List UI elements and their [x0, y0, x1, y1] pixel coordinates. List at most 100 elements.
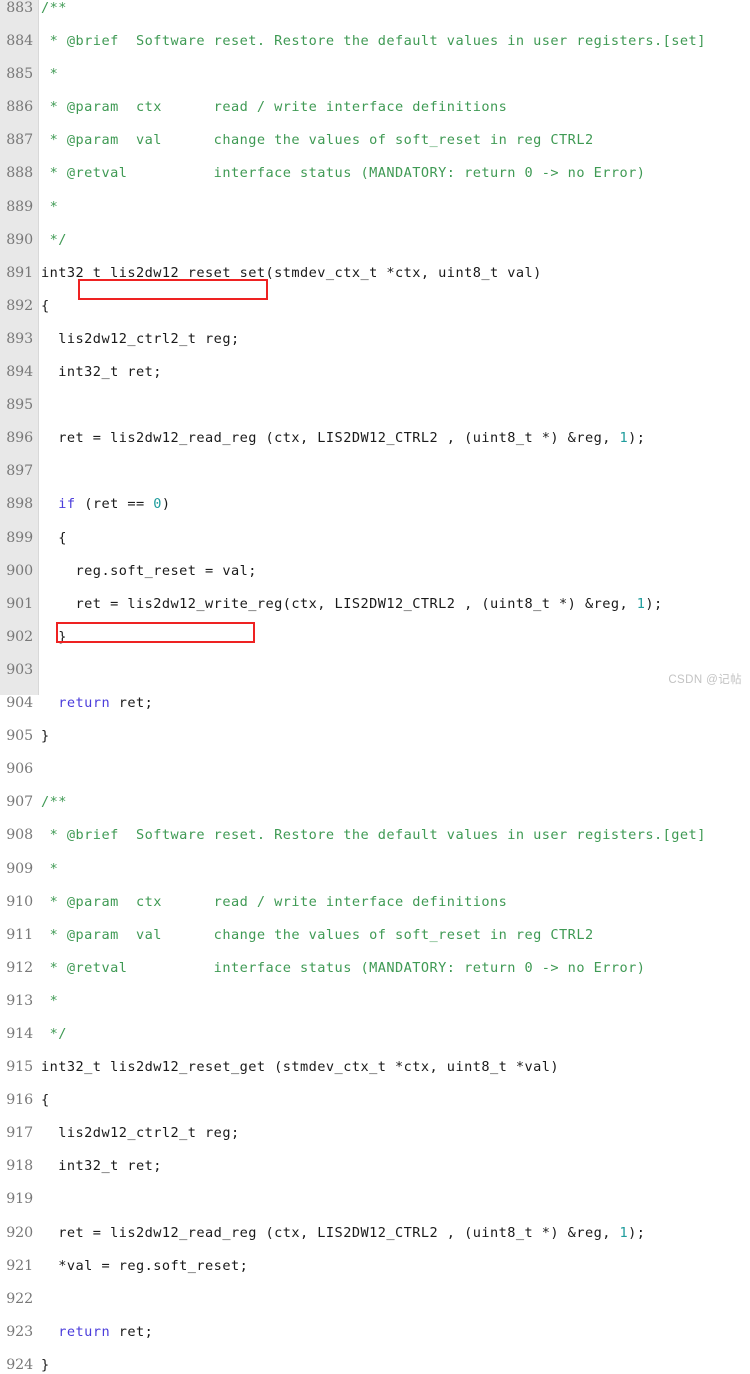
code-line[interactable]: 895	[0, 397, 750, 414]
code-line-text: * @param val change the values of soft_r…	[41, 927, 594, 944]
line-number: 900	[6, 562, 33, 579]
code-line[interactable]: 894 int32_t ret;	[0, 364, 750, 381]
line-number: 906	[6, 761, 33, 778]
line-number: 909	[6, 860, 33, 877]
code-line-text: *	[41, 861, 58, 878]
code-line[interactable]: 902 }	[0, 629, 750, 646]
code-line[interactable]: 893 lis2dw12_ctrl2_t reg;	[0, 331, 750, 348]
code-line[interactable]: 900 reg.soft_reset = val;	[0, 563, 750, 580]
token-number: 1	[619, 430, 629, 447]
code-line-text: */	[41, 232, 67, 249]
code-line-text: return ret;	[41, 695, 153, 712]
token-plain: int32_t lis2dw12_reset_get (stmdev_ctx_t…	[41, 1059, 560, 1076]
code-line[interactable]: 885 *	[0, 66, 750, 83]
code-line-text: /**	[41, 0, 67, 17]
code-line[interactable]: 901 ret = lis2dw12_write_reg(ctx, LIS2DW…	[0, 596, 750, 613]
code-line-text: if (ret == 0)	[41, 496, 171, 513]
code-line-text: * @param val change the values of soft_r…	[41, 132, 594, 149]
source-code-viewer[interactable]: 883 /** 884 * @brief Software reset. Resto…	[0, 0, 750, 1373]
code-line-text: *	[41, 199, 58, 216]
code-line[interactable]: 912 * @retval interface status (MANDATOR…	[0, 960, 750, 977]
code-line[interactable]: 907 /**	[0, 794, 750, 811]
code-line[interactable]: 906	[0, 761, 750, 778]
code-line[interactable]: 923 return ret;	[0, 1324, 750, 1341]
code-line[interactable]: 918 int32_t ret;	[0, 1158, 750, 1175]
token-plain: }	[41, 728, 50, 745]
line-number: 915	[6, 1059, 33, 1076]
line-number: 886	[6, 99, 33, 116]
line-number: 895	[6, 397, 33, 414]
code-line-text: * @retval interface status (MANDATORY: r…	[41, 960, 645, 977]
line-number: 884	[6, 33, 33, 50]
token-plain: ret = lis2dw12_read_reg (ctx, LIS2DW12_C…	[41, 430, 620, 447]
code-line-text: *	[41, 993, 58, 1010]
token-plain: );	[645, 595, 663, 612]
token-comment: * @retval interface status (MANDATORY: r…	[41, 959, 646, 976]
code-line[interactable]: 919	[0, 1191, 750, 1208]
code-line[interactable]: 886 * @param ctx read / write interface …	[0, 99, 750, 116]
code-line[interactable]: 890 */	[0, 232, 750, 249]
token-plain: (ret ==	[75, 496, 154, 513]
code-line-list[interactable]: 883 /** 884 * @brief Software reset. Resto…	[0, 0, 750, 1373]
code-line-text: }	[41, 1357, 50, 1374]
code-line[interactable]: 896 ret = lis2dw12_read_reg (ctx, LIS2DW…	[0, 430, 750, 447]
code-line[interactable]: 904 return ret;	[0, 695, 750, 712]
code-line[interactable]: 915 int32_t lis2dw12_reset_get (stmdev_ct…	[0, 1059, 750, 1076]
code-line-text: int32_t lis2dw12_reset_set(stmdev_ctx_t …	[41, 265, 542, 282]
code-line[interactable]: 897	[0, 463, 750, 480]
code-line[interactable]: 903	[0, 662, 750, 679]
code-line[interactable]: 898 if (ret == 0)	[0, 496, 750, 513]
code-line[interactable]: 911 * @param val change the values of so…	[0, 927, 750, 944]
code-line[interactable]: 916 {	[0, 1092, 750, 1109]
code-line[interactable]: 913 *	[0, 993, 750, 1010]
code-line[interactable]: 905}	[0, 728, 750, 745]
token-plain: lis2dw12_ctrl2_t reg;	[41, 1125, 240, 1142]
code-line-text: ret = lis2dw12_read_reg (ctx, LIS2DW12_C…	[41, 1225, 645, 1242]
line-number: 921	[6, 1257, 33, 1274]
token-plain: ret;	[110, 1323, 154, 1340]
token-comment: /**	[41, 0, 67, 16]
code-line-text: }	[41, 728, 50, 745]
code-line[interactable]: 924}	[0, 1357, 750, 1374]
line-number: 894	[6, 364, 33, 381]
code-line[interactable]: 884 * @brief Software reset. Restore the…	[0, 33, 750, 50]
token-comment: */	[41, 1026, 67, 1042]
line-number: 897	[6, 463, 33, 480]
code-line[interactable]: 921 *val = reg.soft_reset;	[0, 1258, 750, 1275]
code-line[interactable]: 892 {	[0, 298, 750, 315]
code-line[interactable]: 922	[0, 1291, 750, 1308]
code-line-text: reg.soft_reset = val;	[41, 563, 257, 580]
code-line[interactable]: 891 int32_t lis2dw12_reset_set(stmdev_ctx…	[0, 265, 750, 282]
code-line[interactable]: 920 ret = lis2dw12_read_reg (ctx, LIS2DW…	[0, 1225, 750, 1242]
line-number: 924	[6, 1356, 33, 1373]
code-line[interactable]: 917 lis2dw12_ctrl2_t reg;	[0, 1125, 750, 1142]
token-plain: reg.soft_reset = val;	[41, 562, 257, 579]
code-line-text: {	[41, 1092, 50, 1109]
line-number: 889	[6, 198, 33, 215]
token-plain: lis2dw12_ctrl2_t reg;	[41, 330, 240, 347]
code-line-text: * @retval interface status (MANDATORY: r…	[41, 165, 645, 182]
code-line[interactable]: 909 *	[0, 861, 750, 878]
code-line[interactable]: 883 /**	[0, 0, 750, 17]
line-number: 898	[6, 496, 33, 513]
token-plain: {	[41, 529, 67, 546]
code-line[interactable]: 910 * @param ctx read / write interface …	[0, 894, 750, 911]
token-comment: * @brief Software reset. Restore the def…	[41, 827, 706, 844]
code-line[interactable]: 908 * @brief Software reset. Restore the…	[0, 827, 750, 844]
code-line[interactable]: 899 {	[0, 530, 750, 547]
code-line[interactable]: 889 *	[0, 199, 750, 216]
code-line[interactable]: 888 * @retval interface status (MANDATOR…	[0, 165, 750, 182]
line-number: 920	[6, 1224, 33, 1241]
line-number: 922	[6, 1290, 33, 1307]
line-number: 902	[6, 628, 33, 645]
line-number: 887	[6, 132, 33, 149]
code-line[interactable]: 914 */	[0, 1026, 750, 1043]
token-comment: * @param ctx read / write interface defi…	[41, 99, 508, 116]
csdn-watermark: CSDN @记帖	[668, 674, 742, 686]
code-line[interactable]: 887 * @param val change the values of so…	[0, 132, 750, 149]
line-number: 919	[6, 1191, 33, 1208]
token-plain: {	[41, 297, 50, 314]
token-plain: );	[628, 1224, 646, 1241]
token-plain: );	[628, 430, 646, 447]
